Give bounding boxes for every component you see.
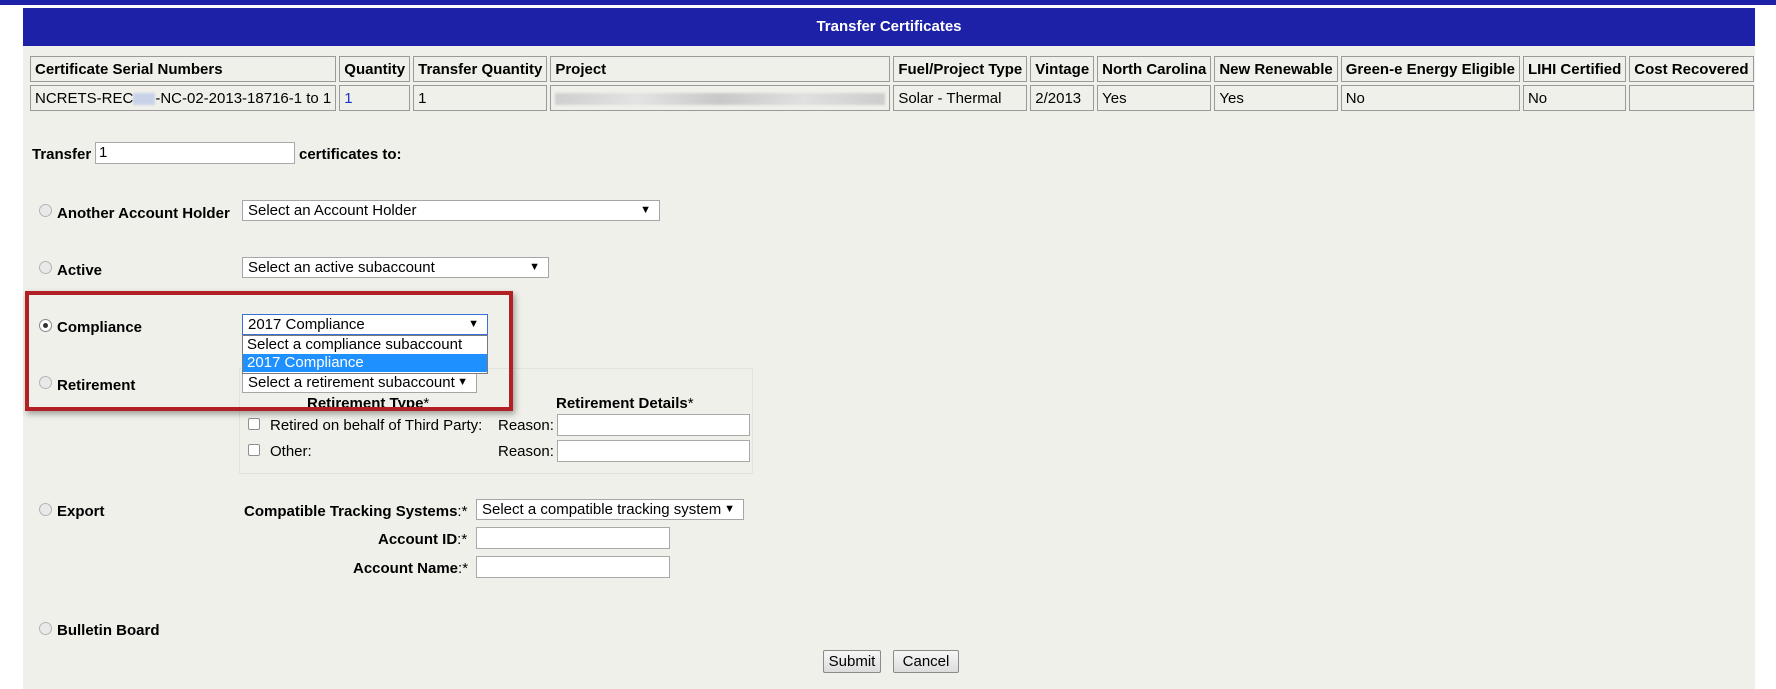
col-header-fuel-type: Fuel/Project Type [893, 56, 1028, 82]
col-header-lihi: LIHI Certified [1522, 56, 1627, 82]
other-reason-label: Reason: [498, 443, 554, 460]
retirement-details-header: Retirement Details* [556, 395, 694, 412]
account-name-input[interactable] [476, 556, 670, 578]
col-header-project: Project [550, 56, 891, 82]
col-header-cost-recovered: Cost Recovered [1629, 56, 1754, 82]
chevron-down-icon: ▼ [724, 503, 735, 515]
cell-vintage: 2/2013 [1030, 85, 1095, 111]
redacted-segment [133, 92, 156, 105]
account-name-label: Account Name:* [353, 560, 469, 577]
redacted-project [555, 92, 886, 105]
col-header-north-carolina: North Carolina [1097, 56, 1212, 82]
cell-north-carolina: Yes [1097, 85, 1212, 111]
cell-cost-recovered [1629, 85, 1754, 111]
tracking-system-select-value: Select a compatible tracking system [482, 501, 722, 518]
cancel-button[interactable]: Cancel [893, 650, 959, 673]
account-id-input[interactable] [476, 527, 670, 549]
transfer-label: Transfer [32, 146, 92, 163]
active-radio[interactable] [39, 261, 52, 274]
other-label: Other: [270, 443, 312, 460]
transfer-quantity-input[interactable]: 1 [95, 142, 295, 164]
cell-transfer-quantity: 1 [413, 85, 548, 111]
page-title: Transfer Certificates [23, 8, 1755, 46]
active-select-value: Select an active subaccount [248, 259, 435, 276]
highlight-box [25, 291, 513, 411]
bulletin-board-radio[interactable] [39, 622, 52, 635]
cell-new-renewable: Yes [1214, 85, 1338, 111]
tracking-system-select[interactable]: Select a compatible tracking system ▼ [476, 499, 744, 520]
third-party-label: Retired on behalf of Third Party: [270, 417, 483, 434]
table-header-row: Certificate Serial Numbers Quantity Tran… [30, 56, 1754, 82]
bulletin-board-label: Bulletin Board [57, 622, 160, 639]
export-label: Export [57, 503, 105, 520]
transfer-page: Transfer Certificates Certificate Serial… [23, 8, 1755, 689]
account-holder-select-value: Select an Account Holder [248, 202, 417, 219]
col-header-serial: Certificate Serial Numbers [30, 56, 337, 82]
col-header-quantity: Quantity [339, 56, 411, 82]
cell-fuel-type: Solar - Thermal [893, 85, 1028, 111]
chevron-down-icon: ▼ [640, 204, 651, 216]
cell-quantity[interactable]: 1 [339, 85, 411, 111]
another-account-holder-label: Another Account Holder [57, 205, 230, 222]
quantity-link[interactable]: 1 [344, 90, 352, 107]
other-checkbox[interactable] [248, 444, 260, 456]
third-party-checkbox[interactable] [248, 418, 260, 430]
active-label: Active [57, 262, 103, 279]
col-header-new-renewable: New Renewable [1214, 56, 1338, 82]
submit-button[interactable]: Submit [823, 650, 881, 673]
cell-project [550, 85, 891, 111]
chevron-down-icon: ▼ [529, 261, 540, 273]
account-id-label: Account ID:* [378, 531, 468, 548]
active-subaccount-select[interactable]: Select an active subaccount ▼ [242, 257, 549, 278]
account-holder-select[interactable]: Select an Account Holder ▼ [242, 200, 660, 221]
col-header-vintage: Vintage [1030, 56, 1095, 82]
compatible-systems-label: Compatible Tracking Systems:* [244, 503, 468, 520]
top-border [0, 0, 1776, 5]
certificates-table: Certificate Serial Numbers Quantity Tran… [27, 53, 1757, 114]
cell-lihi: No [1522, 85, 1627, 111]
transfer-suffix-label: certificates to: [299, 146, 402, 163]
col-header-green-e: Green-e Energy Eligible [1340, 56, 1520, 82]
other-reason-input[interactable] [557, 440, 750, 462]
table-row: NCRETS-REC -NC-02-2013-18716-1 to 1 1 1 S… [30, 85, 1754, 111]
col-header-transfer-quantity: Transfer Quantity [413, 56, 548, 82]
third-party-reason-label: Reason: [498, 417, 554, 434]
cell-serial: NCRETS-REC -NC-02-2013-18716-1 to 1 [30, 85, 337, 111]
third-party-reason-input[interactable] [557, 414, 750, 436]
another-account-holder-radio[interactable] [39, 204, 52, 217]
export-radio[interactable] [39, 503, 52, 516]
cell-green-e: No [1340, 85, 1520, 111]
